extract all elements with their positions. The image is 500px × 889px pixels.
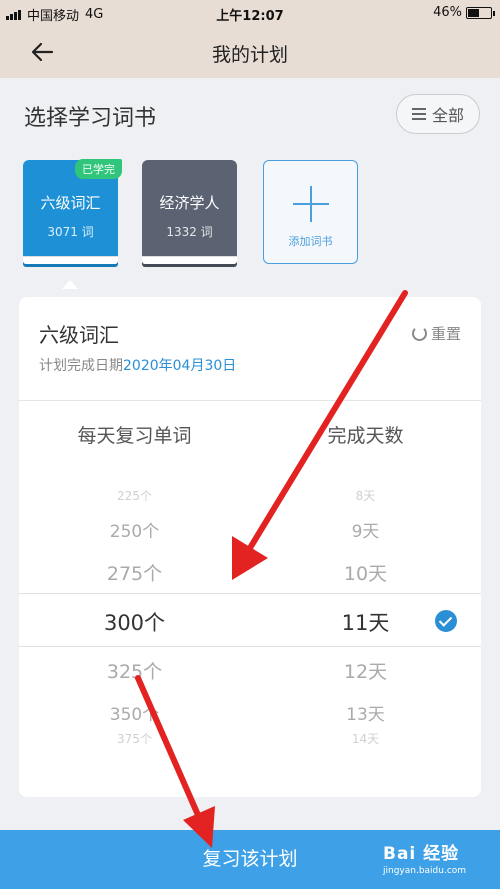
book-card-economist[interactable]: 经济学人 1332 词	[142, 160, 237, 264]
refresh-icon	[411, 326, 427, 341]
picker-option[interactable]: 375个	[19, 730, 250, 747]
all-books-label: 全部	[431, 106, 464, 125]
picker-option[interactable]: 9天	[250, 517, 481, 542]
book-pages	[142, 256, 237, 264]
status-time: 上午12:07	[216, 9, 284, 24]
status-bar: 中国移动 4G 上午12:07 46%	[0, 0, 500, 26]
picker-option[interactable]: 14天	[250, 730, 481, 747]
watermark-url: jingyan.baidu.com	[383, 866, 467, 876]
book-word-count: 1332 词	[166, 225, 213, 239]
picker-option[interactable]: 275个	[19, 559, 250, 586]
picker-option[interactable]: 13天	[250, 700, 481, 725]
nav-bar: 我的计划	[0, 26, 500, 78]
plan-card: 六级词汇 重置 计划完成日期2020年04月30日 每天复习单词 完成天数 22…	[19, 297, 481, 797]
reset-label: 重置	[430, 325, 461, 343]
days-header: 完成天数	[327, 425, 404, 447]
plan-book-name: 六级词汇	[39, 323, 119, 347]
add-book-label: 添加词书	[288, 235, 333, 248]
reset-button[interactable]: 重置	[411, 323, 461, 344]
divider	[19, 400, 481, 401]
plan-date-row: 计划完成日期2020年04月30日	[39, 355, 236, 375]
book-card-cet6[interactable]: 已学完 六级词汇 3071 词	[23, 159, 122, 264]
check-icon	[435, 610, 457, 632]
book-word-count: 3071 词	[47, 225, 94, 239]
watermark-logo-text: Bai 经验	[383, 844, 460, 864]
daily-words-header: 每天复习单词	[77, 425, 192, 447]
add-book-button[interactable]: 添加词书	[263, 160, 358, 264]
book-name: 经济学人	[159, 194, 220, 212]
battery-text: 46%	[433, 5, 462, 20]
picker-option[interactable]: 10天	[250, 559, 481, 586]
baidu-watermark: Bai 经验 jingyan.baidu.com	[383, 839, 466, 876]
plus-icon-bar	[293, 203, 329, 205]
menu-icon	[411, 108, 426, 120]
picker-option[interactable]: 8天	[250, 487, 481, 504]
picker-selected-option[interactable]: 300个	[19, 607, 250, 637]
book-pages	[23, 256, 118, 264]
status-right: 46%	[433, 5, 495, 20]
book-name: 六级词汇	[40, 194, 101, 212]
selection-pointer	[62, 280, 78, 289]
battery-icon	[466, 6, 495, 19]
picker-option[interactable]: 225个	[19, 487, 250, 504]
page-title: 我的计划	[211, 44, 288, 66]
picker-option[interactable]: 350个	[19, 700, 250, 725]
date-value: 2020年04月30日	[123, 358, 237, 374]
picker-option[interactable]: 325个	[19, 657, 250, 684]
completed-badge: 已学完	[75, 159, 122, 179]
picker-option[interactable]: 250个	[19, 517, 250, 542]
section-title: 选择学习词书	[24, 106, 157, 131]
date-prefix: 计划完成日期	[39, 358, 123, 374]
all-books-button[interactable]: 全部	[396, 94, 480, 134]
picker-option[interactable]: 12天	[250, 657, 481, 684]
